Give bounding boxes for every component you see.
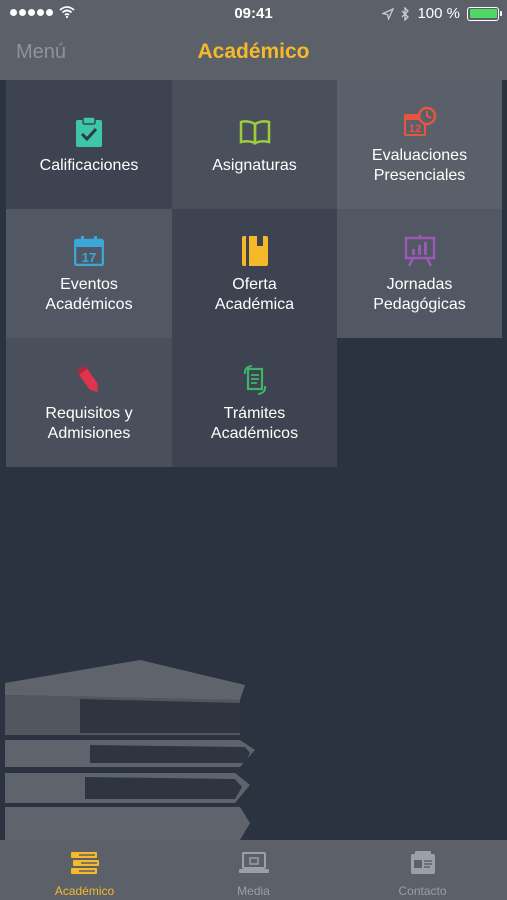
notebook-icon (241, 235, 268, 266)
academic-menu-grid: Calificaciones Asignaturas 12 Evaluacion… (6, 80, 502, 467)
tile-calificaciones[interactable]: Calificaciones (6, 80, 172, 209)
books-icon (70, 852, 99, 874)
tab-media[interactable]: Media (169, 840, 338, 900)
tile-requisitos-admisiones[interactable]: Requisitos y Admisiones (6, 338, 172, 467)
tile-label: Requisitos y Admisiones (45, 404, 133, 442)
background-books-illustration (5, 660, 255, 840)
tile-label: Jornadas Pedagógicas (373, 275, 466, 313)
tile-label: Evaluaciones Presenciales (371, 146, 468, 184)
bluetooth-icon (401, 6, 410, 21)
navigation-bar: Menú Académico (0, 28, 507, 80)
tile-label: Oferta Académica (214, 275, 295, 313)
svg-text:12: 12 (408, 123, 420, 135)
contact-card-icon (410, 851, 435, 874)
presentation-board-icon (404, 234, 435, 267)
tab-academico[interactable]: Académico (0, 840, 169, 900)
calendar-day-text: 17 (82, 250, 96, 265)
location-icon (382, 7, 395, 20)
tile-evaluaciones-presenciales[interactable]: 12 Evaluaciones Presenciales (337, 80, 502, 209)
tab-label: Contacto (398, 884, 447, 898)
tile-jornadas-pedagogicas[interactable]: Jornadas Pedagógicas (337, 209, 502, 338)
clipboard-check-icon (76, 115, 102, 147)
laptop-icon (238, 852, 269, 873)
tile-label: Eventos Académicos (45, 275, 133, 313)
tile-oferta-academica[interactable]: Oferta Académica (172, 209, 337, 338)
calendar-icon: 17 (74, 235, 104, 266)
calendar-clock-icon: 12 (403, 106, 436, 136)
battery-icon (467, 6, 502, 21)
tab-label: Media (237, 884, 270, 898)
documents-refresh-icon (243, 364, 266, 395)
tile-label: Calificaciones (39, 156, 139, 174)
open-book-icon (239, 119, 270, 145)
battery-percent: 100 % (417, 5, 460, 22)
tab-bar: Académico Media Contacto (0, 840, 507, 900)
tile-tramites-academicos[interactable]: Trámites Académicos (172, 338, 337, 467)
page-title: Académico (197, 40, 310, 63)
tab-contacto[interactable]: Contacto (338, 840, 507, 900)
tile-asignaturas[interactable]: Asignaturas (172, 80, 337, 209)
status-bar: 09:41 100 % (0, 0, 507, 28)
tile-eventos-academicos[interactable]: 17 Eventos Académicos (6, 209, 172, 338)
tile-label: Trámites Académicos (210, 404, 299, 442)
tab-label: Académico (54, 884, 115, 898)
pencil-icon (76, 365, 98, 392)
tile-label: Asignaturas (212, 156, 297, 174)
